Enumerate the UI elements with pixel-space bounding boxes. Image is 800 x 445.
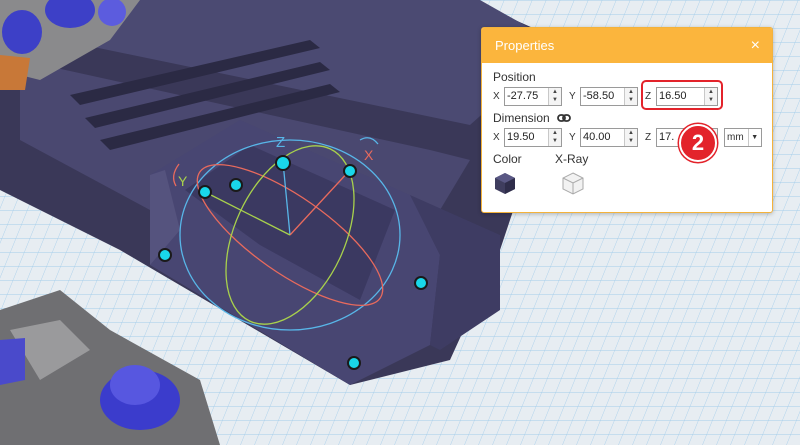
xray-label: X-Ray [555, 152, 589, 166]
appearance-row: Color X-Ray [493, 152, 772, 195]
position-row: X ▲▼ Y ▲▼ Z ▲▼ [493, 85, 772, 107]
position-z-down-icon[interactable]: ▼ [705, 96, 717, 105]
dimension-x-up-icon[interactable]: ▲ [549, 129, 561, 138]
handle-right[interactable] [414, 276, 428, 290]
dimension-section: Dimension [493, 111, 772, 125]
position-z-input[interactable] [657, 87, 704, 105]
handle-left[interactable] [158, 248, 172, 262]
handle-z[interactable] [275, 155, 291, 171]
position-x-input[interactable] [505, 87, 548, 105]
handle-corner[interactable] [229, 178, 243, 192]
gizmo-x-label: X [364, 147, 374, 163]
panel-title: Properties [495, 38, 555, 53]
position-x-field: ▲▼ [504, 86, 562, 106]
position-x-label: X [493, 90, 500, 102]
color-option: Color [493, 152, 555, 195]
handle-x[interactable] [343, 164, 357, 178]
gizmo-z-label: Z [276, 134, 285, 151]
position-label: Position [493, 70, 536, 84]
dimension-y-down-icon[interactable]: ▼ [625, 137, 637, 146]
position-z-label: Z [645, 90, 652, 102]
dimension-x-label: X [493, 131, 500, 143]
dimension-y-field: ▲▼ [580, 127, 638, 147]
chevron-down-icon: ▼ [747, 128, 761, 146]
dimension-z-label: Z [645, 131, 652, 143]
handle-y[interactable] [198, 185, 212, 199]
position-y-field: ▲▼ [580, 86, 638, 106]
position-z-field: ▲▼ [656, 86, 718, 106]
properties-header: Properties × [482, 28, 772, 63]
position-y-down-icon[interactable]: ▼ [625, 96, 637, 105]
unit-value: mm [727, 131, 744, 143]
dimension-x-down-icon[interactable]: ▼ [549, 137, 561, 146]
close-icon[interactable]: × [751, 37, 760, 54]
gizmo-y-label: Y [178, 173, 188, 189]
position-z-up-icon[interactable]: ▲ [705, 88, 717, 97]
color-label: Color [493, 152, 522, 166]
link-icon[interactable] [556, 113, 571, 123]
position-x-down-icon[interactable]: ▼ [549, 96, 561, 105]
dimension-y-input[interactable] [581, 128, 624, 146]
properties-panel: Properties × Position X ▲▼ Y ▲▼ Z ▲▼ Dim… [481, 27, 773, 213]
position-y-label: Y [569, 90, 576, 102]
step-badge: 2 [679, 124, 717, 162]
xray-option: X-Ray [555, 152, 617, 195]
position-x-up-icon[interactable]: ▲ [549, 88, 561, 97]
position-y-up-icon[interactable]: ▲ [625, 88, 637, 97]
cube-solid-icon[interactable] [493, 171, 517, 195]
handle-bottom[interactable] [347, 356, 361, 370]
dimension-x-input[interactable] [505, 128, 548, 146]
dimension-y-label: Y [569, 131, 576, 143]
dimension-row: X ▲▼ Y ▲▼ Z ▲▼ mm ▼ [493, 126, 772, 148]
dimension-y-up-icon[interactable]: ▲ [625, 129, 637, 138]
cube-wireframe-icon[interactable] [561, 171, 585, 195]
dimension-label: Dimension [493, 111, 550, 125]
position-y-input[interactable] [581, 87, 624, 105]
unit-select[interactable]: mm ▼ [724, 127, 762, 147]
dimension-x-field: ▲▼ [504, 127, 562, 147]
